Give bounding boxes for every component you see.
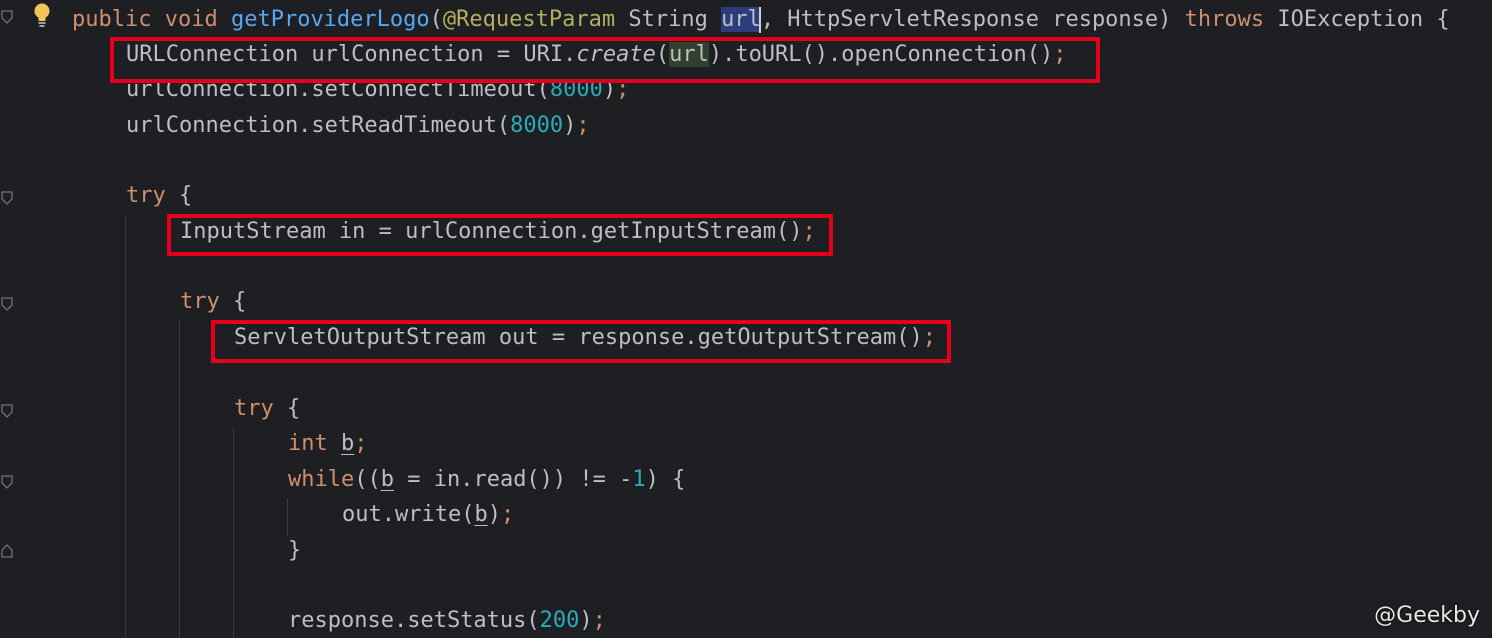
param-url-highlighted: url bbox=[721, 7, 761, 32]
keyword: throws bbox=[1184, 7, 1265, 32]
code-text: ) bbox=[487, 502, 501, 527]
code-text: ) { bbox=[645, 467, 686, 492]
keyword: void bbox=[164, 7, 218, 32]
keyword: while bbox=[288, 467, 355, 492]
indent-guide bbox=[125, 215, 126, 638]
code-text: { bbox=[165, 183, 193, 208]
code-line-close-brace[interactable]: } bbox=[288, 533, 301, 568]
highlight-box-output-stream bbox=[211, 320, 951, 363]
indent-guide bbox=[179, 320, 180, 638]
variable: b bbox=[341, 431, 355, 456]
indent-guide bbox=[233, 428, 234, 638]
code-line-int-declaration[interactable]: int b; bbox=[288, 426, 368, 461]
code-line-while-loop[interactable]: while((b = in.read()) != -1) { bbox=[288, 462, 685, 497]
fold-marker-icon[interactable] bbox=[1, 191, 13, 205]
number-literal: 200 bbox=[539, 608, 580, 633]
number-literal: 1 bbox=[632, 467, 646, 492]
code-text: { bbox=[219, 289, 247, 314]
code-text: urlConnection.setReadTimeout( bbox=[126, 113, 511, 138]
code-text: String bbox=[615, 7, 722, 32]
fold-marker-icon[interactable] bbox=[1, 475, 13, 489]
keyword: try bbox=[234, 396, 274, 421]
code-text: out.write( bbox=[342, 502, 475, 527]
code-text: , HttpServletResponse response) bbox=[760, 7, 1185, 32]
fold-marker-icon[interactable] bbox=[1, 297, 13, 311]
code-text: = in.read()) != - bbox=[393, 467, 633, 492]
code-editor[interactable]: public void getProviderLogo(@RequestPara… bbox=[0, 0, 1492, 638]
number-literal: 8000 bbox=[510, 113, 564, 138]
code-text: response.setStatus( bbox=[288, 608, 540, 633]
code-text: } bbox=[288, 538, 302, 563]
intention-bulb-icon[interactable] bbox=[32, 2, 52, 28]
method-name: getProviderLogo bbox=[230, 7, 430, 32]
fold-marker-icon[interactable] bbox=[1, 404, 13, 418]
fold-marker-icon[interactable] bbox=[1, 10, 13, 24]
code-line-read-timeout[interactable]: urlConnection.setReadTimeout(8000); bbox=[126, 108, 590, 143]
code-line-write[interactable]: out.write(b); bbox=[342, 497, 514, 532]
annotation: @RequestParam bbox=[442, 7, 616, 32]
semicolon: ; bbox=[500, 502, 515, 527]
code-line-method-signature[interactable]: public void getProviderLogo(@RequestPara… bbox=[72, 2, 1450, 37]
code-text: ( bbox=[429, 7, 443, 32]
keyword: public bbox=[72, 7, 152, 32]
keyword: try bbox=[126, 183, 166, 208]
code-text: ) bbox=[563, 113, 577, 138]
variable: b bbox=[380, 467, 394, 492]
code-text: ) bbox=[579, 608, 593, 633]
indent-guide bbox=[287, 498, 288, 536]
watermark: @Geekby bbox=[1374, 603, 1480, 628]
keyword: try bbox=[180, 289, 220, 314]
keyword: int bbox=[288, 431, 328, 456]
variable: b bbox=[474, 502, 488, 527]
semicolon: ; bbox=[592, 608, 606, 633]
code-text: { bbox=[273, 396, 301, 421]
code-text: (( bbox=[354, 467, 381, 492]
highlight-box-input-stream bbox=[167, 214, 833, 256]
highlight-box-url-connection bbox=[110, 37, 1100, 83]
code-line-try-outer[interactable]: try { bbox=[126, 178, 192, 213]
editor-gutter bbox=[0, 0, 16, 638]
code-text: IOException { bbox=[1264, 7, 1450, 32]
code-line-try-middle[interactable]: try { bbox=[180, 284, 246, 319]
semicolon: ; bbox=[576, 113, 590, 138]
fold-end-marker-icon[interactable] bbox=[1, 544, 13, 558]
code-line-set-status[interactable]: response.setStatus(200); bbox=[288, 603, 606, 638]
semicolon: ; bbox=[354, 431, 368, 456]
code-line-try-inner[interactable]: try { bbox=[234, 391, 300, 426]
